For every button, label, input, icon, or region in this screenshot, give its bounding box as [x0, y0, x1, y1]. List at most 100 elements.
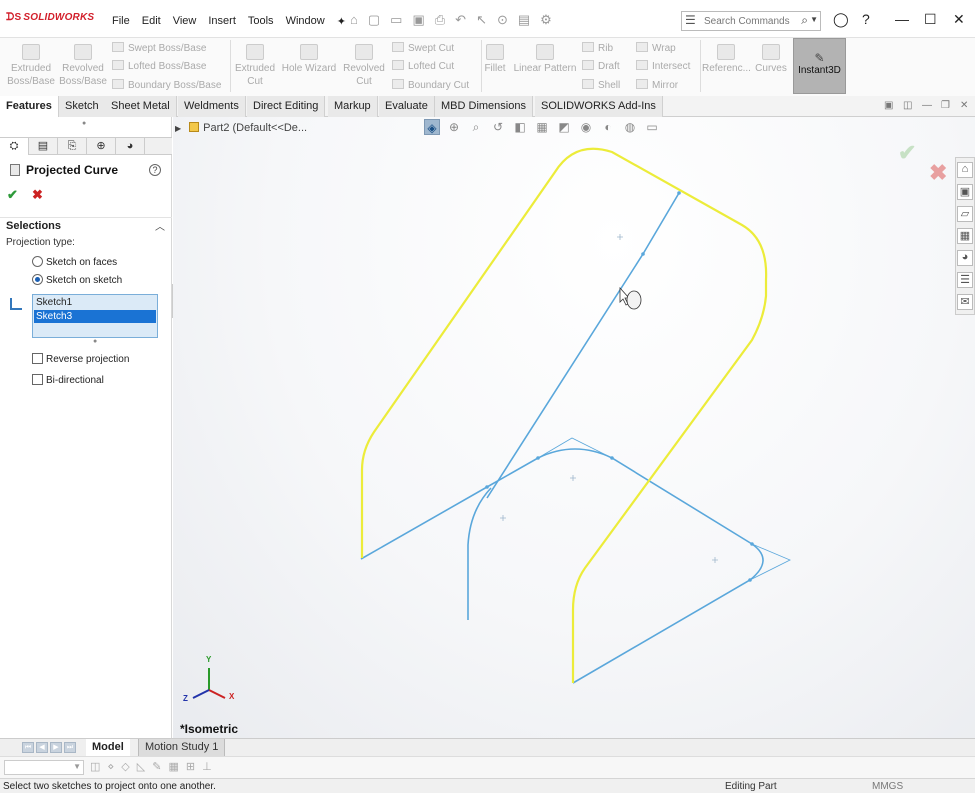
- zoom-to-fit-icon[interactable]: ⊕: [446, 119, 462, 135]
- maximize-icon[interactable]: ☐: [924, 11, 937, 28]
- menu-edit[interactable]: Edit: [136, 15, 167, 28]
- boundary-cut-button[interactable]: Boundary Cut: [392, 79, 469, 91]
- confirm-ok-icon[interactable]: ✔: [898, 140, 916, 166]
- view-palette-icon[interactable]: ▦: [957, 228, 973, 244]
- revolved-boss-button[interactable]: Revolved Boss/Base: [58, 44, 108, 88]
- extruded-cut-button[interactable]: Extruded Cut: [232, 44, 278, 88]
- save-icon[interactable]: ▣: [412, 12, 424, 28]
- dynamic-annotation-icon[interactable]: ▦: [534, 119, 550, 135]
- window-restore-icon[interactable]: ❐: [941, 100, 950, 111]
- menu-view[interactable]: View: [167, 15, 203, 28]
- file-properties-icon[interactable]: ▤: [518, 12, 530, 28]
- design-library-icon[interactable]: ▣: [957, 184, 973, 200]
- home-icon[interactable]: ⌂: [350, 12, 358, 28]
- list-item[interactable]: Sketch3: [34, 310, 156, 323]
- cancel-button[interactable]: ✖: [32, 187, 43, 203]
- appearances-icon[interactable]: ◕: [957, 250, 973, 266]
- new-icon[interactable]: ▢: [368, 12, 380, 28]
- swept-cut-button[interactable]: Swept Cut: [392, 42, 454, 54]
- tab-sheet-metal[interactable]: Sheet Metal: [105, 96, 177, 117]
- tile-horizontal-icon[interactable]: ◫: [903, 100, 912, 111]
- swept-boss-button[interactable]: Swept Boss/Base: [112, 42, 206, 54]
- feature-manager-tab-icon[interactable]: ⛭: [0, 138, 29, 155]
- undo-icon[interactable]: ↶: [455, 12, 466, 28]
- help-button[interactable]: ?: [149, 164, 161, 176]
- options-icon[interactable]: ⚙: [540, 12, 552, 28]
- feature-tree-flyout[interactable]: ▶ Part2 (Default<<De...: [175, 122, 307, 134]
- close-icon[interactable]: ✕: [953, 11, 965, 28]
- forum-icon[interactable]: ✉: [957, 294, 973, 310]
- view-orientation-icon[interactable]: ◈: [424, 119, 440, 135]
- ok-button[interactable]: ✔: [7, 187, 18, 203]
- instant3d-button[interactable]: ✎ Instant3D: [793, 38, 846, 94]
- prev-tab-icon[interactable]: ◀: [36, 742, 48, 753]
- fillet-button[interactable]: Fillet: [483, 44, 507, 75]
- filter-toggle-icon[interactable]: ◫: [90, 760, 100, 773]
- tab-motion-study[interactable]: Motion Study 1: [138, 739, 226, 756]
- expand-arrow-icon[interactable]: ▶: [175, 124, 181, 133]
- radio-sketch-on-faces[interactable]: Sketch on faces: [32, 256, 117, 268]
- rib-button[interactable]: Rib: [582, 42, 613, 54]
- search-icon[interactable]: ⌕: [801, 13, 808, 28]
- previous-view-icon[interactable]: ↺: [490, 119, 506, 135]
- display-manager-tab-icon[interactable]: ◕: [116, 138, 145, 155]
- intersect-button[interactable]: Intersect: [636, 60, 690, 72]
- solidworks-resources-icon[interactable]: ⌂: [957, 162, 973, 178]
- radio-sketch-on-sketch[interactable]: Sketch on sketch: [32, 274, 122, 286]
- list-item[interactable]: Sketch1: [34, 296, 156, 309]
- filter-edges-icon[interactable]: ◇: [121, 760, 129, 773]
- draft-button[interactable]: Draft: [582, 60, 620, 72]
- zoom-to-area-icon[interactable]: ⌕: [468, 119, 484, 135]
- wrap-button[interactable]: Wrap: [636, 42, 676, 54]
- select-icon[interactable]: ↖: [476, 12, 487, 28]
- menu-window[interactable]: Window: [280, 15, 331, 28]
- confirm-cancel-icon[interactable]: ✖: [929, 160, 947, 186]
- filter-relations-icon[interactable]: ⊞: [186, 760, 195, 773]
- first-tab-icon[interactable]: ⏮: [22, 742, 34, 753]
- revolved-cut-button[interactable]: Revolved Cut: [341, 44, 387, 88]
- solidworks-logo[interactable]: ᗪS SOLIDWORKS: [6, 12, 94, 23]
- lofted-cut-button[interactable]: Lofted Cut: [392, 60, 454, 72]
- pin-icon[interactable]: ✦: [331, 15, 352, 28]
- display-style-icon[interactable]: ◩: [556, 119, 572, 135]
- bidirectional-checkbox[interactable]: Bi-directional: [32, 374, 104, 386]
- filter-dropdown[interactable]: ▼: [4, 760, 84, 775]
- filter-grid-icon[interactable]: ▦: [168, 760, 178, 773]
- menu-tools[interactable]: Tools: [242, 15, 280, 28]
- property-manager-tab-icon[interactable]: ▤: [29, 138, 58, 155]
- apply-scene-icon[interactable]: ◍: [622, 119, 638, 135]
- next-tab-icon[interactable]: ▶: [50, 742, 62, 753]
- account-icon[interactable]: ◯: [833, 11, 849, 28]
- custom-properties-icon[interactable]: ☰: [957, 272, 973, 288]
- print-icon[interactable]: ⎙: [435, 12, 445, 28]
- shell-button[interactable]: Shell: [582, 79, 620, 91]
- reverse-projection-checkbox[interactable]: Reverse projection: [32, 353, 129, 365]
- extruded-boss-button[interactable]: Extruded Boss/Base: [6, 44, 56, 88]
- file-explorer-icon[interactable]: ▱: [957, 206, 973, 222]
- linear-pattern-button[interactable]: Linear Pattern: [512, 44, 578, 75]
- last-tab-icon[interactable]: ⏭: [64, 742, 76, 753]
- chevron-up-icon[interactable]: ︿: [155, 218, 165, 233]
- minimize-icon[interactable]: —: [895, 11, 909, 27]
- boundary-boss-button[interactable]: Boundary Boss/Base: [112, 79, 221, 91]
- tab-add-ins[interactable]: SOLIDWORKS Add-Ins: [535, 96, 663, 117]
- panel-grip[interactable]: ●: [82, 120, 86, 127]
- filter-sketch-icon[interactable]: ✎: [152, 760, 161, 773]
- sketch-selection-box[interactable]: Sketch1 Sketch3: [32, 294, 158, 338]
- tab-mbd-dimensions[interactable]: MBD Dimensions: [435, 96, 533, 117]
- rebuild-icon[interactable]: ⊙: [497, 12, 508, 28]
- help-icon[interactable]: ?: [862, 11, 870, 27]
- menu-insert[interactable]: Insert: [202, 15, 242, 28]
- filter-vertices-icon[interactable]: ⋄: [107, 760, 114, 773]
- tab-evaluate[interactable]: Evaluate: [379, 96, 435, 117]
- tile-icon[interactable]: ▣: [884, 100, 893, 111]
- edit-appearance-icon[interactable]: ◐: [600, 119, 616, 135]
- curves-button[interactable]: Curves: [754, 44, 788, 75]
- list-resize-grip[interactable]: ●: [93, 338, 97, 345]
- window-close-icon[interactable]: ✕: [960, 100, 968, 111]
- search-commands[interactable]: ☰ Search Commands ⌕ ▼: [681, 11, 821, 31]
- tab-direct-editing[interactable]: Direct Editing: [247, 96, 326, 117]
- chevron-down-icon[interactable]: ▼: [810, 15, 818, 24]
- open-icon[interactable]: ▭: [390, 12, 402, 28]
- view-settings-icon[interactable]: ▭: [644, 119, 660, 135]
